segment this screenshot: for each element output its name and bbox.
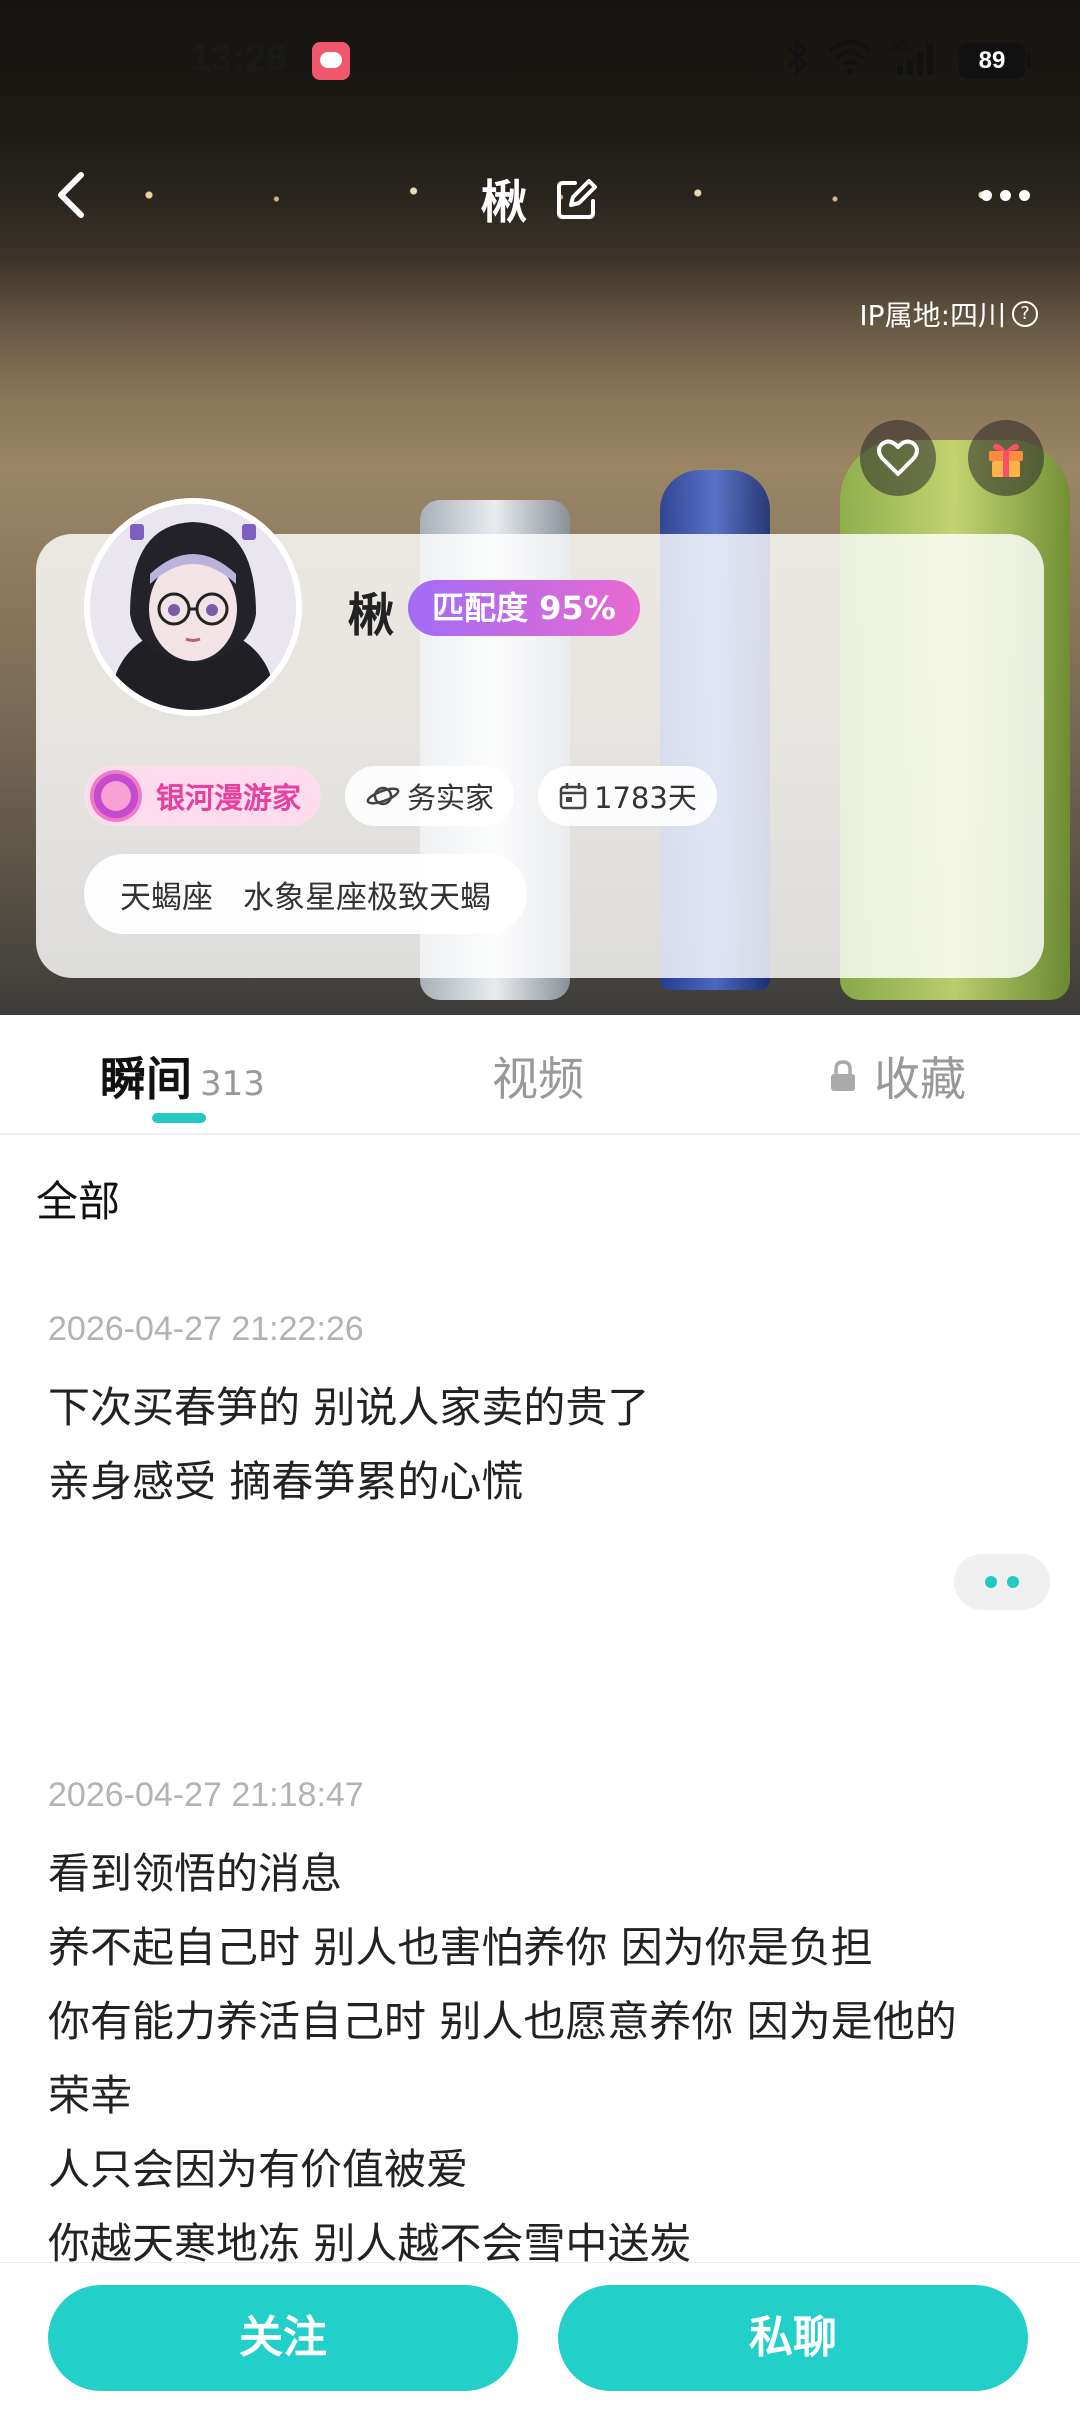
post-text-line: 下次买春笋的 别说人家卖的贵了 <box>48 1383 650 1432</box>
tab-moments-label: 瞬间 <box>100 1052 192 1106</box>
profile-tags: 银河漫游家 务实家 1783天 <box>84 766 717 826</box>
match-label: 匹配度 <box>432 589 529 627</box>
wifi-icon <box>827 39 873 83</box>
galaxy-badge-icon <box>90 770 142 822</box>
edit-icon[interactable] <box>553 177 599 234</box>
nav-title[interactable]: 楸 <box>0 166 1080 234</box>
filter-all[interactable]: 全部 <box>36 1168 120 1229</box>
personality-tag[interactable]: 务实家 <box>345 766 515 826</box>
more-dot-icon <box>999 189 1011 201</box>
svg-text:5G: 5G <box>891 38 910 54</box>
match-badge: 匹配度 95% <box>408 580 640 636</box>
like-button[interactable] <box>860 420 936 496</box>
personality-tag-text: 务实家 <box>407 781 495 815</box>
more-dot-icon <box>1007 1576 1019 1588</box>
more-dot-icon <box>985 1576 997 1588</box>
tab-moments-count: 313 <box>200 1064 265 1104</box>
app-notification-icon <box>312 42 350 80</box>
follow-button[interactable]: 关注 <box>48 2285 518 2391</box>
post-timestamp: 2026-04-27 21:18:47 <box>48 1776 364 1814</box>
post-more-button[interactable] <box>954 1554 1050 1610</box>
post-item[interactable]: 2026-04-27 21:22:26 下次买春笋的 别说人家卖的贵了 亲身感受… <box>48 1310 1048 1519</box>
ip-location[interactable]: IP属地:四川 ? <box>859 294 1038 334</box>
zodiac-sign: 天蝎座 <box>120 879 213 916</box>
heart-icon <box>877 439 919 476</box>
top-nav: 楸 <box>0 160 1080 230</box>
active-tab-indicator <box>152 1113 206 1123</box>
private-chat-button[interactable]: 私聊 <box>558 2285 1028 2391</box>
profile-card: 楸 匹配度 95% 银河漫游家 务实家 1783天 天蝎座 水象星座极致天蝎 <box>36 498 1044 978</box>
tab-moments[interactable]: 瞬间 313 <box>100 1043 265 1109</box>
post-text-line: 你有能力养活自己时 别人也愿意养你 因为是他的 <box>48 1997 957 2046</box>
zodiac-description: 水象星座极致天蝎 <box>243 879 491 916</box>
gift-icon <box>989 443 1023 477</box>
zodiac-info[interactable]: 天蝎座 水象星座极致天蝎 <box>84 854 527 934</box>
post-text-line: 人只会因为有价值被爱 <box>48 2145 469 2194</box>
post-text-line: 看到领悟的消息 <box>48 1849 343 1898</box>
post-text-line: 养不起自己时 别人也害怕养你 因为你是负担 <box>48 1923 873 1972</box>
ip-location-text: IP属地:四川 <box>859 299 1006 332</box>
tab-favorites[interactable]: 收藏 <box>828 1043 966 1109</box>
tab-favorites-label: 收藏 <box>874 1052 966 1106</box>
days-tag[interactable]: 1783天 <box>538 766 717 826</box>
bluetooth-icon <box>785 38 809 83</box>
avatar-image <box>90 504 296 710</box>
more-dot-icon <box>980 189 992 201</box>
post-item[interactable]: 2026-04-27 21:18:47 看到领悟的消息 养不起自己时 别人也害怕… <box>48 1776 1048 2281</box>
status-bar: 13:26 5G 89 <box>0 30 1080 94</box>
post-text-line: 亲身感受 摘春笋累的心慌 <box>48 1457 524 1506</box>
match-value: 95% <box>539 589 616 627</box>
tab-videos[interactable]: 视频 <box>492 1043 584 1109</box>
battery-indicator: 89 <box>959 43 1031 79</box>
planet-icon <box>366 786 400 806</box>
help-icon: ? <box>1012 301 1038 327</box>
lock-icon <box>831 1060 855 1091</box>
gift-button[interactable] <box>968 420 1044 496</box>
cellular-signal-icon: 5G <box>891 37 941 85</box>
level-tag-text: 银河漫游家 <box>156 781 302 815</box>
more-options-button[interactable] <box>970 165 1040 225</box>
nav-title-text: 楸 <box>480 175 527 229</box>
avatar[interactable] <box>84 498 302 716</box>
level-tag[interactable]: 银河漫游家 <box>84 766 322 826</box>
status-time: 13:26 <box>190 38 288 80</box>
post-text-line: 荣幸 <box>48 2071 133 2120</box>
days-tag-text: 1783天 <box>594 781 697 815</box>
content-tabs: 瞬间 313 视频 收藏 <box>0 1015 1080 1135</box>
more-dot-icon <box>1018 189 1030 201</box>
profile-name: 楸 <box>348 588 394 642</box>
post-timestamp: 2026-04-27 21:22:26 <box>48 1310 364 1348</box>
calendar-icon <box>559 783 587 810</box>
bottom-action-bar: 关注 私聊 <box>0 2262 1080 2412</box>
